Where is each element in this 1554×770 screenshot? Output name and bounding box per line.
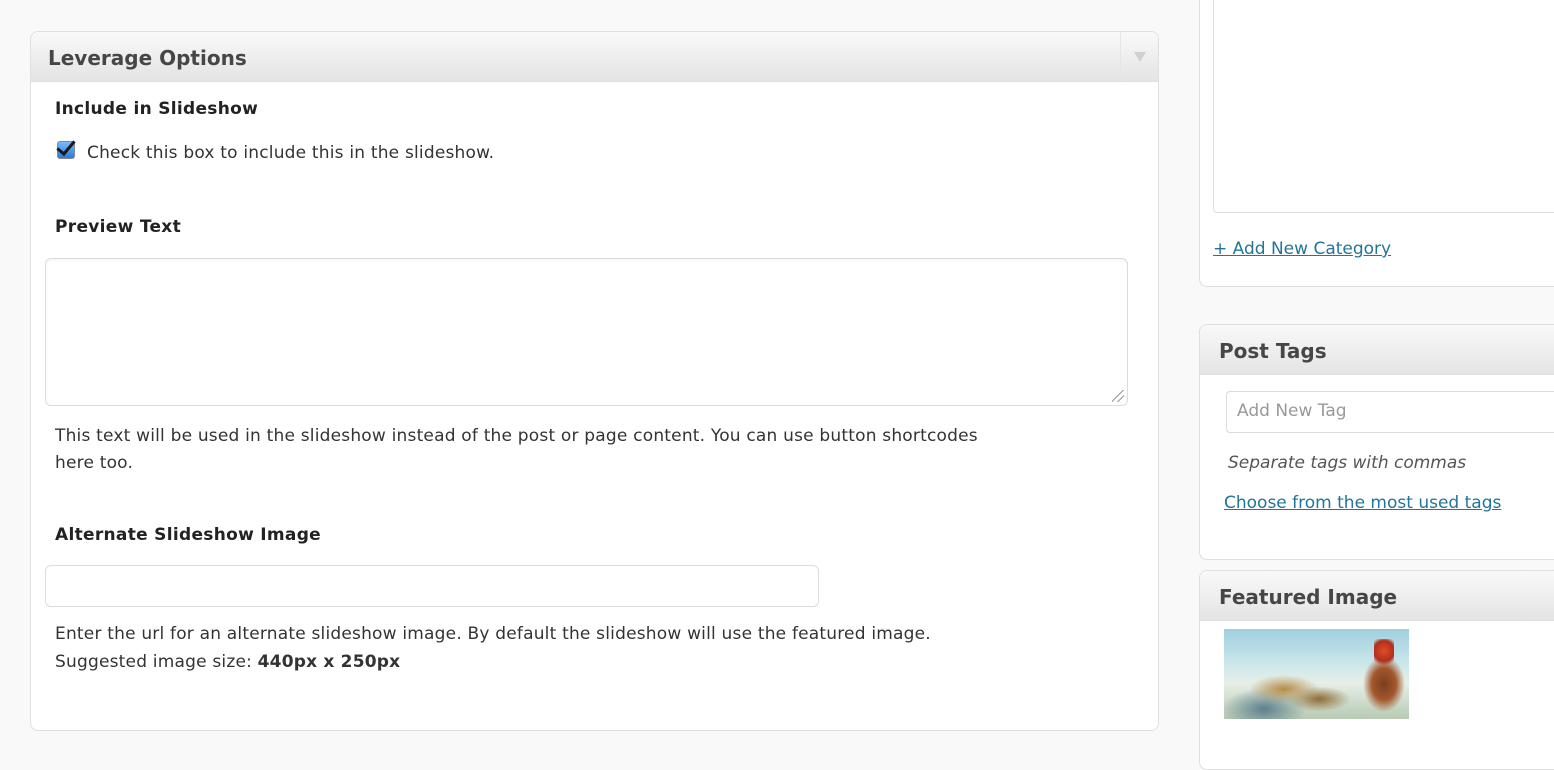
leverage-options-header[interactable]: Leverage Options (31, 32, 1158, 82)
alternate-image-input[interactable] (45, 565, 819, 607)
alternate-help-line2: Suggested image size: 440px x 250px (55, 649, 400, 676)
categories-box: + Add New Category (1199, 0, 1554, 287)
category-checklist[interactable] (1213, 0, 1554, 213)
alternate-image-label: Alternate Slideshow Image (55, 525, 322, 545)
alternate-help-line1: Enter the url for an alternate slideshow… (55, 624, 931, 644)
post-tags-box: Post Tags Add New Tag Separate tags with… (1199, 324, 1554, 560)
add-new-category-link[interactable]: + Add New Category (1213, 239, 1391, 259)
preview-text-label: Preview Text (55, 217, 181, 237)
preview-help-line2: here too. (55, 453, 134, 473)
collapse-toggle-icon[interactable] (1120, 32, 1158, 81)
preview-text-textarea[interactable] (45, 258, 1128, 406)
post-tags-title: Post Tags (1219, 339, 1327, 363)
featured-image-thumbnail[interactable] (1224, 629, 1409, 719)
featured-image-title: Featured Image (1219, 585, 1398, 609)
preview-help-line1: This text will be used in the slideshow … (55, 426, 978, 446)
featured-image-header[interactable]: Featured Image (1200, 571, 1554, 621)
leverage-options-box: Leverage Options Include in Slideshow Ch… (30, 31, 1159, 731)
add-tag-input[interactable]: Add New Tag (1226, 391, 1554, 433)
most-used-tags-link[interactable]: Choose from the most used tags (1224, 493, 1501, 513)
include-slideshow-checkbox[interactable] (57, 141, 75, 159)
checkbox-label: Check this box to include this in the sl… (87, 143, 495, 163)
post-tags-header[interactable]: Post Tags (1200, 325, 1554, 375)
size-prefix: Suggested image size: (55, 652, 258, 672)
resize-grip-icon[interactable] (1112, 390, 1124, 402)
include-slideshow-label: Include in Slideshow (55, 99, 259, 119)
box-title: Leverage Options (48, 46, 247, 70)
featured-image-box: Featured Image (1199, 570, 1554, 770)
tag-hint: Separate tags with commas (1228, 453, 1467, 473)
suggested-size: 440px x 250px (257, 652, 401, 672)
